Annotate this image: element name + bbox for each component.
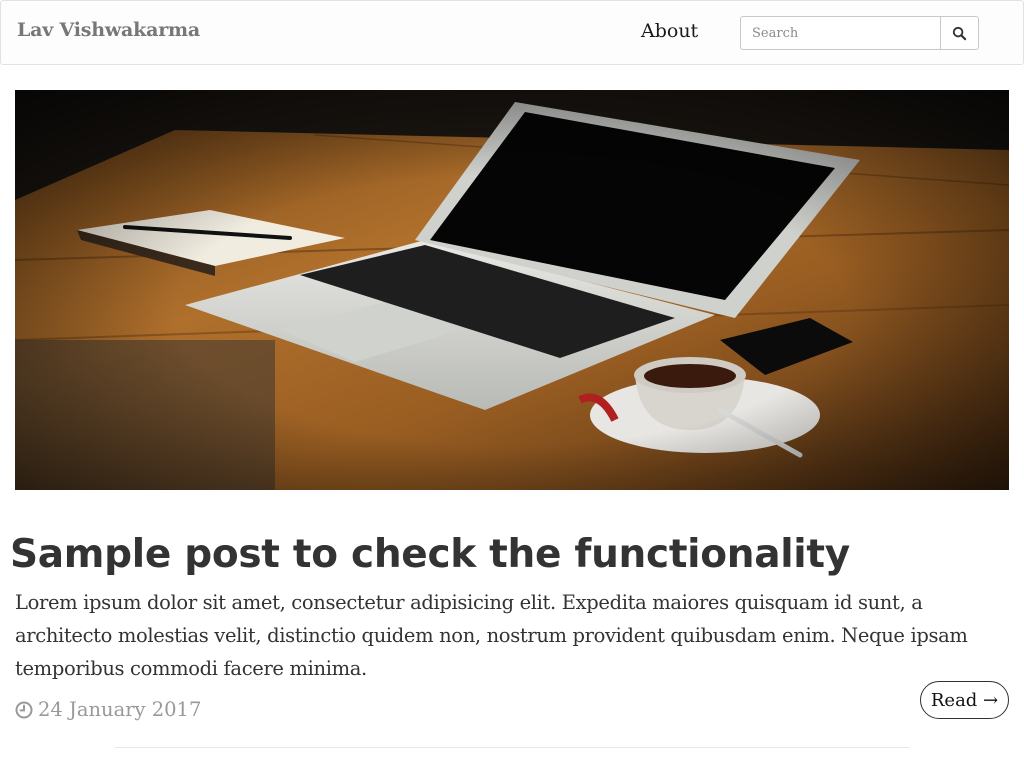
site-brand[interactable]: Lav Vishwakarma: [17, 19, 200, 41]
post-title[interactable]: Sample post to check the functionality: [10, 532, 1010, 577]
search-input[interactable]: [740, 16, 940, 50]
search-button[interactable]: [940, 16, 979, 50]
nav-link-about[interactable]: About: [641, 20, 698, 42]
navbar: Lav Vishwakarma About: [0, 0, 1024, 65]
post-excerpt: Lorem ipsum dolor sit amet, consectetur …: [15, 591, 968, 680]
post-date: 24 January 2017: [15, 698, 201, 721]
search-icon: [952, 26, 967, 40]
post-hero-image: [15, 90, 1009, 490]
post-divider: [115, 747, 910, 748]
search-form: [740, 16, 979, 50]
clock-icon: [15, 701, 33, 718]
read-more-button[interactable]: Read →: [920, 681, 1009, 719]
post-date-text: 24 January 2017: [38, 698, 202, 721]
